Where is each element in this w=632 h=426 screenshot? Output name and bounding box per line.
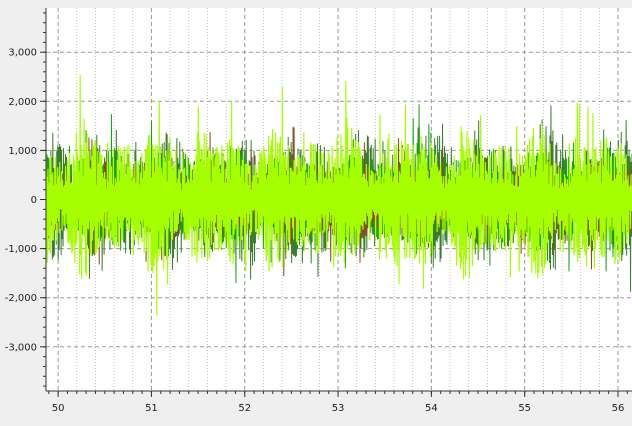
y-tick-label: -2,000 <box>5 293 37 304</box>
x-tick-label: 53 <box>332 403 345 414</box>
chart-svg: -3,000 -2,000 -1,000 0 1,000 2,000 3,000 50 51 52… <box>5 8 632 414</box>
y-tick-label: 0 <box>31 195 37 206</box>
x-tick-label: 50 <box>52 403 65 414</box>
x-tick-label: 54 <box>425 403 438 414</box>
y-tick-label: -3,000 <box>5 342 37 353</box>
x-tick-label: 55 <box>518 403 531 414</box>
x-tick-label: 52 <box>238 403 251 414</box>
y-tick-label: -1,000 <box>5 244 37 255</box>
waveform-chart: -3,000 -2,000 -1,000 0 1,000 2,000 3,000 50 51 52… <box>0 0 632 422</box>
x-tick-label: 51 <box>145 403 158 414</box>
y-tick-label: 1,000 <box>8 146 37 157</box>
y-tick-label: 3,000 <box>8 48 37 59</box>
x-tick-label: 56 <box>612 403 625 414</box>
y-tick-label: 2,000 <box>8 97 37 108</box>
